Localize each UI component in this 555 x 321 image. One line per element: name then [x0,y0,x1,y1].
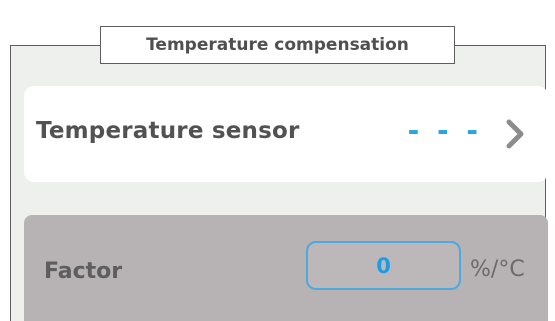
chevron-right-icon [502,118,528,150]
temperature-sensor-row[interactable]: Temperature sensor - - - [24,86,548,182]
factor-value: 0 [376,253,391,278]
factor-row: Factor 0 %/°C [24,215,548,321]
temperature-compensation-screen: Temperature compensation Temperature sen… [0,0,555,321]
temperature-sensor-label: Temperature sensor [36,118,300,144]
group-title: Temperature compensation [100,26,455,64]
factor-unit: %/°C [470,257,525,282]
temperature-sensor-value: - - - [407,114,482,147]
factor-label: Factor [44,259,123,284]
factor-input[interactable]: 0 [306,241,461,290]
